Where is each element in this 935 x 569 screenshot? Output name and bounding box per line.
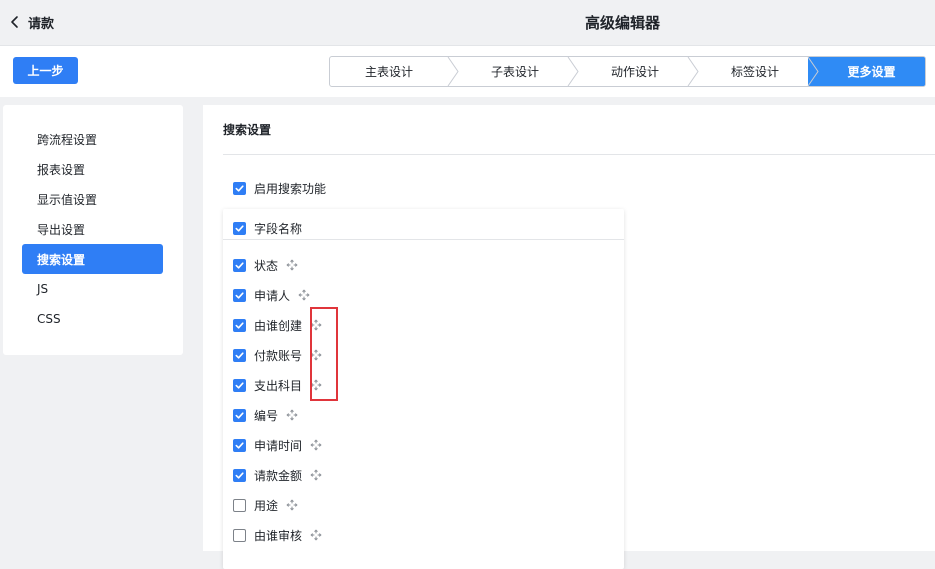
- search-field-row: 申请人: [233, 285, 310, 305]
- sidebar-item-css[interactable]: CSS: [22, 304, 163, 334]
- step-more-settings[interactable]: 更多设置: [816, 57, 925, 86]
- search-field-row: 支出科目: [233, 375, 322, 395]
- search-field-checkbox[interactable]: [233, 498, 246, 512]
- search-field-label: 付款账号: [254, 348, 303, 363]
- search-field-row: 由谁创建: [233, 315, 322, 335]
- search-fields-list: 字段名称 状态申请人由谁创建付款账号支出科目编号申请时间请款金额用途由谁审核: [223, 209, 624, 569]
- search-field-checkbox[interactable]: [233, 378, 246, 392]
- search-field-checkbox[interactable]: [233, 288, 246, 302]
- move-icon[interactable]: [310, 439, 322, 451]
- search-field-label: 申请人: [254, 288, 291, 303]
- search-field-row: 请款金额: [233, 465, 322, 485]
- sidebar-item-cross-process[interactable]: 跨流程设置: [22, 124, 163, 154]
- sidebar-item-export[interactable]: 导出设置: [22, 214, 163, 244]
- search-field-row: 由谁审核: [233, 525, 322, 545]
- previous-step-button[interactable]: 上一步: [13, 57, 78, 84]
- sidebar-item-js[interactable]: JS: [22, 274, 163, 304]
- search-field-label: 状态: [254, 258, 279, 273]
- search-field-row: 编号: [233, 405, 298, 425]
- enable-search-row: 启用搜索功能: [233, 179, 326, 197]
- search-field-label: 用途: [254, 498, 279, 513]
- search-field-label: 请款金额: [254, 468, 303, 483]
- search-field-checkbox[interactable]: [233, 438, 246, 452]
- search-field-checkbox[interactable]: [233, 348, 246, 362]
- move-icon[interactable]: [298, 289, 310, 301]
- sidebar-item-search[interactable]: 搜索设置: [22, 244, 163, 274]
- step-main-table-design[interactable]: 主表设计: [330, 57, 448, 86]
- search-field-label: 由谁审核: [254, 528, 303, 543]
- search-field-label: 支出科目: [254, 378, 303, 393]
- search-field-checkbox[interactable]: [233, 468, 246, 482]
- sidebar-item-display-value[interactable]: 显示值设置: [22, 184, 163, 214]
- top-bar: 请款 高级编辑器: [0, 0, 935, 46]
- drag-handles-highlight: [310, 307, 338, 401]
- select-all-fields-checkbox[interactable]: [233, 221, 246, 235]
- search-field-checkbox[interactable]: [233, 258, 246, 272]
- step-navigator: 主表设计 子表设计 动作设计 标签设计 更多设置: [329, 56, 926, 87]
- search-field-row: 用途: [233, 495, 298, 515]
- move-icon[interactable]: [310, 529, 322, 541]
- enable-search-label: 启用搜索功能: [254, 181, 327, 196]
- fields-divider: [223, 239, 624, 240]
- settings-sidebar: 跨流程设置 报表设置 显示值设置 导出设置 搜索设置 JS CSS: [3, 105, 183, 355]
- search-field-row: 申请时间: [233, 435, 322, 455]
- search-field-checkbox[interactable]: [233, 408, 246, 422]
- move-icon[interactable]: [286, 499, 298, 511]
- search-field-label: 由谁创建: [254, 318, 303, 333]
- search-field-checkbox[interactable]: [233, 528, 246, 542]
- page-title: 高级编辑器: [584, 14, 660, 32]
- search-field-row: 付款账号: [233, 345, 322, 365]
- move-icon[interactable]: [286, 409, 298, 421]
- step-sub-table-design[interactable]: 子表设计: [456, 57, 574, 86]
- step-bar: 上一步 主表设计 子表设计 动作设计 标签设计 更多设置: [0, 46, 935, 97]
- search-field-label: 申请时间: [254, 438, 303, 453]
- fields-header-label: 字段名称: [254, 221, 303, 236]
- fields-header: 字段名称: [233, 217, 302, 239]
- search-field-row: 状态: [233, 255, 298, 275]
- step-action-design[interactable]: 动作设计: [576, 57, 694, 86]
- sidebar-item-report[interactable]: 报表设置: [22, 154, 163, 184]
- search-field-checkbox[interactable]: [233, 318, 246, 332]
- enable-search-checkbox[interactable]: [233, 181, 246, 195]
- move-icon[interactable]: [286, 259, 298, 271]
- section-title: 搜索设置: [223, 123, 272, 137]
- move-icon[interactable]: [310, 469, 322, 481]
- step-tag-design[interactable]: 标签设计: [696, 57, 814, 86]
- search-field-label: 编号: [254, 408, 279, 423]
- section-divider: [223, 154, 935, 155]
